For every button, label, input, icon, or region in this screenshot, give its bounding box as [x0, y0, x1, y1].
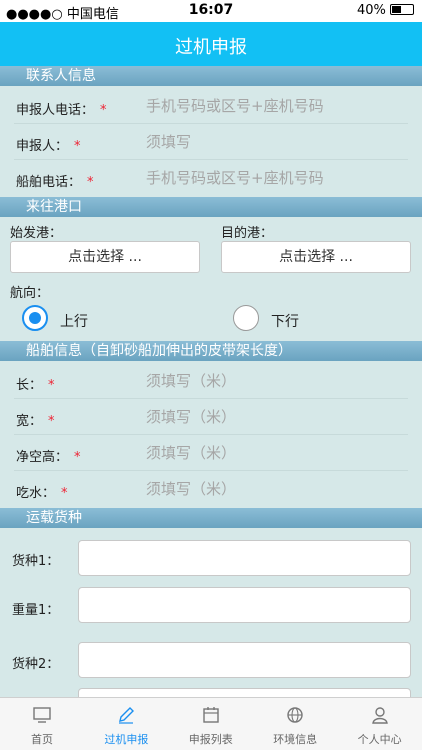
tab-label: 个人中心	[357, 733, 402, 746]
upstream-radio[interactable]	[22, 305, 48, 331]
person-icon	[371, 707, 388, 724]
length-input[interactable]	[146, 368, 406, 394]
width-label: 宽：	[16, 414, 43, 429]
applicant-name-input[interactable]	[146, 129, 406, 155]
width-input[interactable]	[146, 404, 406, 430]
battery-percent: 40%	[356, 3, 386, 18]
cargo-type1-label: 货种1：	[12, 554, 60, 569]
tab-bar: 首页 过机申报 申报列表 环境信息 个人中心	[0, 697, 422, 750]
downstream-label: 下行	[271, 314, 299, 330]
applicant-phone-label: 申报人电话：	[16, 103, 95, 118]
tab-profile[interactable]: 个人中心	[338, 698, 422, 750]
required-mark: *	[48, 414, 55, 429]
globe-icon	[287, 707, 303, 723]
upstream-label: 上行	[60, 314, 88, 330]
tab-label: 首页	[31, 733, 53, 746]
section-header-contact: 联系人信息	[0, 66, 422, 86]
draft-input[interactable]	[146, 476, 406, 502]
tab-declaration-list[interactable]: 申报列表	[169, 698, 253, 750]
row-applicant-name: 申报人： *	[14, 125, 408, 160]
row-applicant-phone: 申报人电话： *	[14, 89, 408, 124]
pencil-icon	[119, 707, 135, 724]
tab-label: 申报列表	[188, 733, 233, 746]
direction-label: 航向：	[10, 286, 50, 301]
origin-port-select-button[interactable]: 点击选择 ...	[10, 241, 200, 273]
dest-port-select-button[interactable]: 点击选择 ...	[221, 241, 411, 273]
required-mark: *	[61, 486, 68, 501]
cargo-type2-input[interactable]	[78, 642, 411, 678]
row-ship-phone: 船舶电话： *	[14, 161, 408, 196]
required-mark: *	[74, 450, 81, 465]
applicant-name-label: 申报人：	[16, 139, 69, 154]
cargo-type1-input[interactable]	[78, 540, 411, 576]
tab-environment[interactable]: 环境信息	[253, 698, 337, 750]
clearance-label: 净空高：	[16, 450, 69, 465]
applicant-phone-input[interactable]	[146, 93, 406, 119]
calendar-icon	[203, 707, 219, 723]
downstream-radio[interactable]	[233, 305, 259, 331]
draft-label: 吃水：	[16, 486, 56, 501]
section-header-cargo: 运载货种	[0, 508, 422, 528]
section-header-ship: 船舶信息（自卸砂船加伸出的皮带架长度）	[0, 341, 422, 361]
required-mark: *	[87, 175, 94, 190]
dest-port-label: 目的港：	[221, 226, 274, 241]
row-ship-clearance: 净空高： *	[14, 436, 408, 471]
row-ship-width: 宽： *	[14, 400, 408, 435]
section-header-ports: 来往港口	[0, 197, 422, 217]
tab-label: 环境信息	[273, 733, 318, 746]
ship-phone-input[interactable]	[146, 165, 406, 191]
origin-port-label: 始发港：	[10, 226, 63, 241]
cargo-weight1-label: 重量1：	[12, 603, 60, 618]
cargo-weight1-input[interactable]	[78, 587, 411, 623]
row-ship-length: 长： *	[14, 364, 408, 399]
ship-phone-label: 船舶电话：	[16, 175, 82, 190]
monitor-icon	[33, 707, 51, 723]
page-title: 过机申报	[175, 37, 247, 58]
required-mark: *	[48, 378, 55, 393]
required-mark: *	[74, 139, 81, 154]
clearance-input[interactable]	[146, 440, 406, 466]
tab-label: 过机申报	[104, 733, 149, 746]
length-label: 长：	[16, 378, 43, 393]
cargo-type2-label: 货种2：	[12, 657, 60, 672]
nav-bar: 过机申报	[0, 22, 422, 66]
required-mark: *	[100, 103, 107, 118]
status-bar: ●●●●○ 中国电信 16:07 40%	[0, 0, 422, 22]
tab-declaration[interactable]: 过机申报	[84, 698, 168, 750]
tab-home[interactable]: 首页	[0, 698, 84, 750]
battery-icon	[390, 4, 414, 15]
row-ship-draft: 吃水： *	[14, 472, 408, 507]
